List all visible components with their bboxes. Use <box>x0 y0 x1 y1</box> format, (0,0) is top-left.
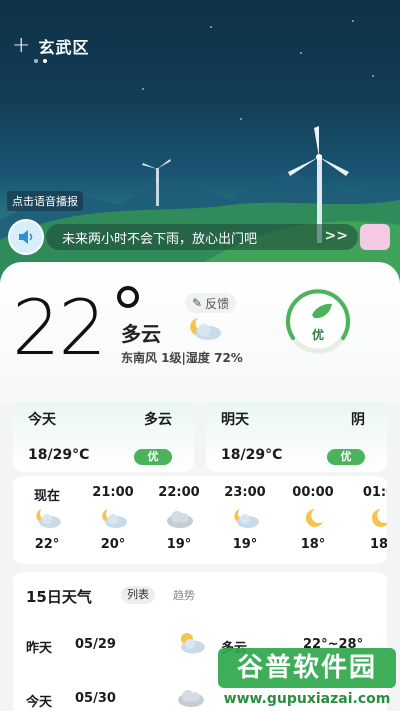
hour-temp: 18° <box>300 537 326 552</box>
aqi-label: 优 <box>312 328 325 342</box>
voice-broadcast-tag[interactable]: 点击语音播报 <box>7 191 83 211</box>
partly-cloudy-night-icon <box>234 509 259 528</box>
aqi-ring-graphic <box>285 288 351 354</box>
hour-time: 23:00 <box>224 485 266 500</box>
forecast-title: 15日天气 <box>26 588 92 606</box>
hour-temp: 22° <box>34 537 60 552</box>
aqi-badge: 优 <box>134 449 172 465</box>
aqi-badge: 优 <box>327 449 365 465</box>
forecast-day: 昨天 <box>26 641 53 656</box>
partly-cloudy-night-icon <box>102 509 127 528</box>
tab-list[interactable]: 列表 <box>121 586 155 604</box>
hour-temp: 18 <box>369 537 387 552</box>
partly-cloudy-night-icon <box>36 509 61 528</box>
hourly-forecast[interactable]: 现在 22° 21:00 20° 22:00 19° 23:00 19° 00:… <box>13 476 387 564</box>
tomorrow-card[interactable]: 明天 阴 18/29°C 优 <box>206 402 387 472</box>
partly-cloudy-night-icon <box>190 318 221 340</box>
watermark-text: 谷普软件园 <box>218 648 396 688</box>
day-label: 明天 <box>221 412 249 428</box>
hour-temp: 19° <box>232 537 258 552</box>
site-watermark: 谷普软件园 www.gupuxiazai.com <box>218 648 396 710</box>
tab-trend[interactable]: 趋势 <box>173 587 195 603</box>
partly-cloudy-icon <box>181 633 205 654</box>
rain-alert-text: 未来两小时不会下雨，放心出门吧 <box>62 231 258 247</box>
hour-time: 01:0 <box>362 485 387 500</box>
city-name: 玄武区 <box>38 38 90 57</box>
day-temp-range: 18/29°C <box>28 447 90 463</box>
hour-time: 21:00 <box>92 485 134 500</box>
city-selector[interactable]: + 玄武区 <box>12 34 89 58</box>
hour-temp: 19° <box>166 537 192 552</box>
hour-time: 00:00 <box>292 485 334 500</box>
day-label: 今天 <box>28 412 56 428</box>
current-temperature: 22 <box>12 283 107 372</box>
day-condition: 多云 <box>144 412 172 428</box>
watermark-url: www.gupuxiazai.com <box>223 691 391 707</box>
forecast-day: 今天 <box>26 695 53 710</box>
voice-broadcast-button[interactable] <box>8 219 44 255</box>
degree-symbol <box>117 286 139 308</box>
hour-temp: 20° <box>100 537 126 552</box>
feedback-label: 反馈 <box>205 296 230 311</box>
day-temp-range: 18/29°C <box>221 447 283 463</box>
moon-icon <box>371 508 387 527</box>
hour-time: 现在 <box>33 489 60 504</box>
speaker-icon <box>19 230 33 244</box>
cloudy-icon <box>178 690 204 707</box>
cloudy-icon <box>167 511 193 528</box>
hour-time: 22:00 <box>158 485 200 500</box>
air-quality-gauge[interactable]: 优 <box>276 288 360 354</box>
flower-decoration <box>360 224 390 250</box>
chevron-right-icon: >> <box>324 228 348 244</box>
wind-humidity: 东南风 1级|湿度 72% <box>121 351 243 365</box>
pencil-icon: ✎ <box>192 296 203 310</box>
day-condition: 阴 <box>351 412 365 428</box>
feedback-button[interactable]: ✎ 反馈 <box>185 293 237 313</box>
forecast-date: 05/30 <box>75 691 116 706</box>
plus-icon[interactable]: + <box>12 35 30 57</box>
page-indicator <box>34 59 47 63</box>
rain-alert-bar[interactable]: 未来两小时不会下雨，放心出门吧 >> <box>46 224 358 250</box>
page-dot <box>34 59 38 63</box>
page-dot-active <box>43 59 47 63</box>
forecast-date: 05/29 <box>75 637 116 652</box>
moon-icon <box>305 508 323 527</box>
weather-hero: + 玄武区 点击语音播报 未来两小时不会下雨，放心出门吧 >> <box>0 0 400 290</box>
today-card[interactable]: 今天 多云 18/29°C 优 <box>13 402 194 472</box>
current-condition: 多云 <box>121 322 161 346</box>
